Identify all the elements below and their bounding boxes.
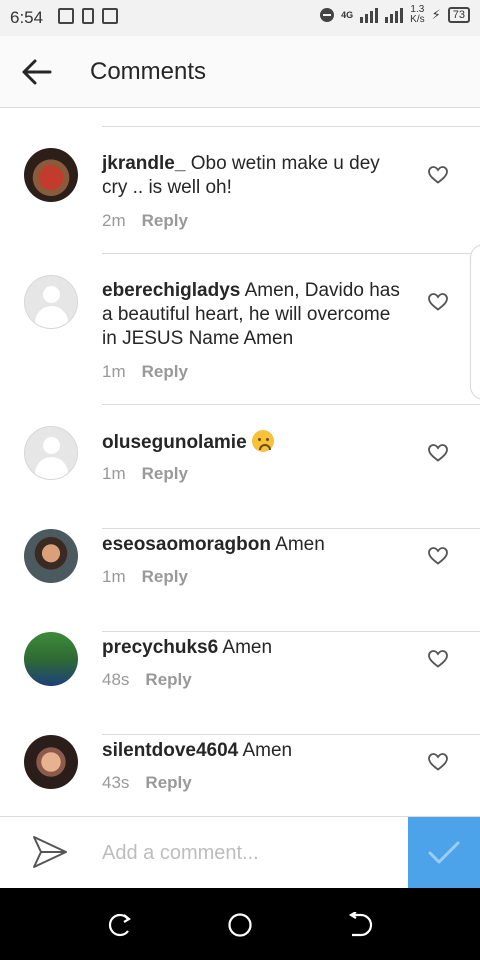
- signal-icon: [360, 7, 379, 23]
- comment-meta: 1m Reply: [102, 567, 188, 587]
- comment-time: 1m: [102, 464, 126, 483]
- divider: [102, 253, 480, 254]
- screenshot-icon: [102, 8, 118, 24]
- crying-face-emoji: [251, 430, 274, 452]
- heart-icon[interactable]: [428, 166, 448, 184]
- comment-time: 48s: [102, 670, 130, 689]
- heart-icon[interactable]: [428, 293, 448, 311]
- avatar[interactable]: [24, 632, 78, 686]
- comment-meta: 1m Reply: [102, 464, 188, 484]
- header: Comments: [0, 36, 480, 108]
- comment-text: precychuks6 Amen: [102, 636, 408, 660]
- network-speed: 1.3 K/s: [410, 5, 424, 25]
- signal-icon-2: [385, 7, 404, 23]
- network-type: 4G: [341, 10, 354, 20]
- back-icon[interactable]: [347, 912, 373, 938]
- comment-time: 43s: [102, 773, 130, 792]
- heart-icon[interactable]: [428, 547, 448, 565]
- heart-icon[interactable]: [428, 444, 448, 462]
- comment-username[interactable]: olusegunolamie: [102, 432, 247, 453]
- heart-icon[interactable]: [428, 753, 448, 771]
- avatar[interactable]: [24, 275, 78, 329]
- paper-plane-icon[interactable]: [32, 835, 68, 869]
- comment-time: 2m: [102, 211, 126, 230]
- reply-button[interactable]: Reply: [145, 773, 191, 792]
- divider: [102, 404, 480, 405]
- comment-time: 1m: [102, 362, 126, 381]
- comment-item: silentdove4604 Amen 43s Reply: [0, 735, 480, 817]
- status-bar: 6:54 4G 1.3 K/s ⚡ 73: [0, 0, 480, 36]
- reply-button[interactable]: Reply: [142, 567, 188, 586]
- comment-time: 1m: [102, 567, 126, 586]
- home-icon[interactable]: [227, 912, 253, 938]
- charging-icon: ⚡: [431, 7, 441, 22]
- comment-body: Amen: [275, 534, 325, 555]
- comment-meta: 43s Reply: [102, 773, 192, 793]
- comment-text: eseosaomoragbon Amen: [102, 533, 408, 557]
- comment-item: eseosaomoragbon Amen 1m Reply: [0, 529, 480, 632]
- speed-unit: K/s: [410, 14, 425, 25]
- comment-item: olusegunolamie 1m Reply: [0, 426, 480, 529]
- comment-body: Amen: [222, 637, 273, 658]
- comment-text: eberechigladys Amen, Davido has a beauti…: [102, 279, 408, 351]
- reply-button[interactable]: Reply: [145, 670, 191, 689]
- comment-meta: 1m Reply: [102, 362, 188, 382]
- comment-body: Amen: [242, 740, 293, 761]
- lock-icon: [82, 8, 94, 24]
- comment-item: precychuks6 Amen 48s Reply: [0, 632, 480, 735]
- comment-meta: 48s Reply: [102, 670, 192, 690]
- comment-text: jkrandle_ Obo wetin make u dey cry .. is…: [102, 152, 408, 200]
- comment-username[interactable]: precychuks6: [102, 637, 218, 658]
- page-title: Comments: [90, 58, 207, 85]
- comment-username[interactable]: eberechigladys: [102, 280, 240, 301]
- avatar[interactable]: [24, 735, 78, 789]
- comment-username[interactable]: silentdove4604: [102, 740, 238, 761]
- gallery-icon: [58, 8, 74, 24]
- comment-item: eberechigladys Amen, Davido has a beauti…: [0, 275, 480, 405]
- comment-username[interactable]: eseosaomoragbon: [102, 534, 271, 555]
- comment-text: silentdove4604 Amen: [102, 739, 408, 763]
- avatar[interactable]: [24, 529, 78, 583]
- comment-text: olusegunolamie: [102, 430, 408, 455]
- battery-icon: 73: [447, 7, 470, 23]
- arrow-left-icon[interactable]: [20, 58, 52, 86]
- checkmark-icon: [428, 841, 460, 864]
- comment-input[interactable]: [102, 837, 392, 869]
- status-indicators: 4G 1.3 K/s ⚡ 73: [320, 5, 470, 25]
- recents-icon[interactable]: [107, 912, 133, 938]
- avatar[interactable]: [24, 426, 78, 480]
- post-button[interactable]: [408, 817, 480, 889]
- reply-button[interactable]: Reply: [142, 464, 188, 483]
- reply-button[interactable]: Reply: [142, 211, 188, 230]
- system-nav-bar: [0, 888, 480, 960]
- divider: [102, 126, 480, 127]
- reply-button[interactable]: Reply: [142, 362, 188, 381]
- comment-composer: [0, 816, 480, 889]
- notification-icons: [58, 8, 118, 24]
- scroll-handle[interactable]: [470, 244, 480, 400]
- status-time: 6:54: [10, 8, 44, 27]
- comment-username[interactable]: jkrandle_: [102, 153, 185, 174]
- do-not-disturb-icon: [320, 8, 335, 22]
- comment-meta: 2m Reply: [102, 211, 188, 231]
- heart-icon[interactable]: [428, 650, 448, 668]
- comment-item: jkrandle_ Obo wetin make u dey cry .. is…: [0, 148, 480, 254]
- avatar[interactable]: [24, 148, 78, 202]
